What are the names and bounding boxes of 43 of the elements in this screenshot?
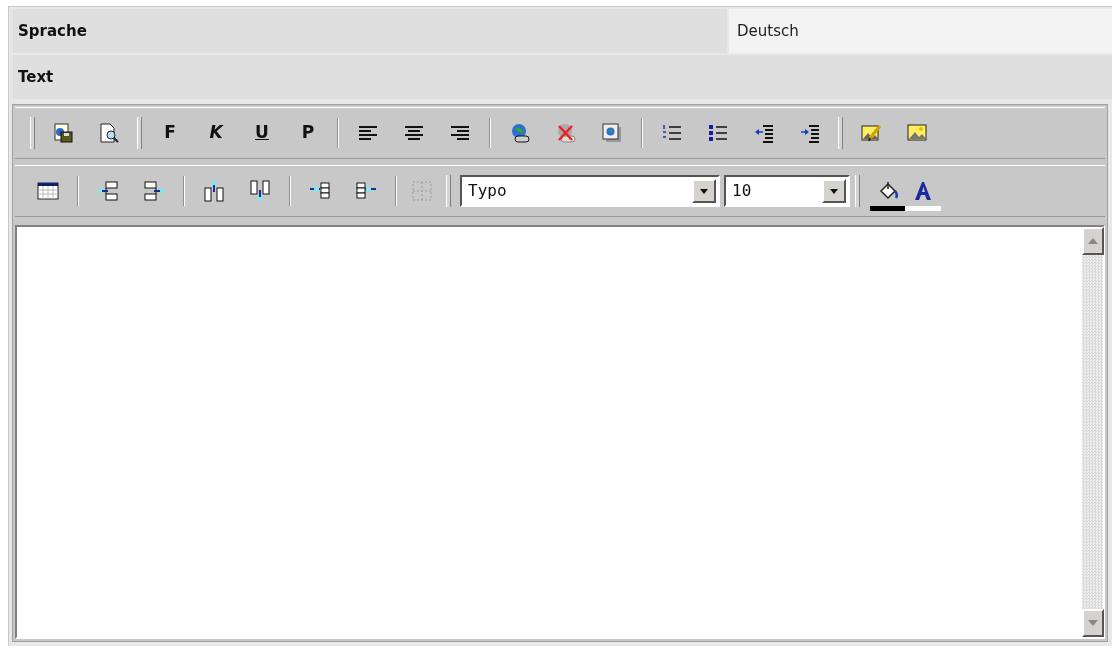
- up-arrow-icon: [1088, 238, 1098, 244]
- down-arrow-icon: [1088, 620, 1098, 626]
- dropdown-value: 10: [731, 180, 753, 202]
- toolbar-grip[interactable]: [838, 117, 843, 149]
- insert-row-above-icon: [203, 180, 225, 202]
- dropdown[interactable]: 10: [724, 175, 850, 207]
- caret-icon: [830, 188, 838, 194]
- font-color-icon: [912, 180, 934, 202]
- format-button[interactable]: F: [155, 118, 185, 148]
- outdent-icon: [753, 122, 775, 144]
- scroll-down-button[interactable]: [1082, 609, 1104, 637]
- preview-icon: [98, 122, 120, 144]
- bucket-icon: [877, 180, 899, 202]
- toolbar-grip[interactable]: [137, 117, 142, 149]
- field-value: Deutsch: [729, 9, 1112, 53]
- toolbar-grip[interactable]: [446, 175, 451, 207]
- field-label: Sprache: [12, 9, 727, 53]
- insert-cell-right-icon: [355, 180, 377, 202]
- toolbar-grip[interactable]: [30, 117, 35, 149]
- image-icon: [906, 122, 928, 144]
- format-button[interactable]: P: [293, 118, 323, 148]
- edit-image-icon: [860, 122, 882, 144]
- save-icon: [52, 122, 74, 144]
- insert-column-right-icon: [143, 180, 165, 202]
- caret-icon: [700, 188, 708, 194]
- scroll-up-button[interactable]: [1082, 227, 1104, 255]
- bullet-list-icon: [707, 122, 729, 144]
- table-icon: [37, 180, 59, 202]
- insert-column-left-icon: [97, 180, 119, 202]
- toolbar-grip[interactable]: [855, 175, 860, 207]
- insert-row-below-icon: [249, 180, 271, 202]
- indent-icon: [799, 122, 821, 144]
- dropdown[interactable]: Typo: [460, 175, 720, 207]
- format-button[interactable]: U: [247, 118, 277, 148]
- link-globe-icon: [509, 122, 531, 144]
- unlink-icon: [555, 122, 577, 144]
- globe-page-icon: [601, 122, 623, 144]
- insert-cell-left-icon: [309, 180, 331, 202]
- scrollbar[interactable]: [1081, 227, 1103, 637]
- dashed-grid-icon: [411, 180, 433, 202]
- dropdown-value: Typo: [467, 180, 508, 202]
- field-label: Text: [12, 55, 1112, 99]
- format-button[interactable]: K: [201, 118, 231, 148]
